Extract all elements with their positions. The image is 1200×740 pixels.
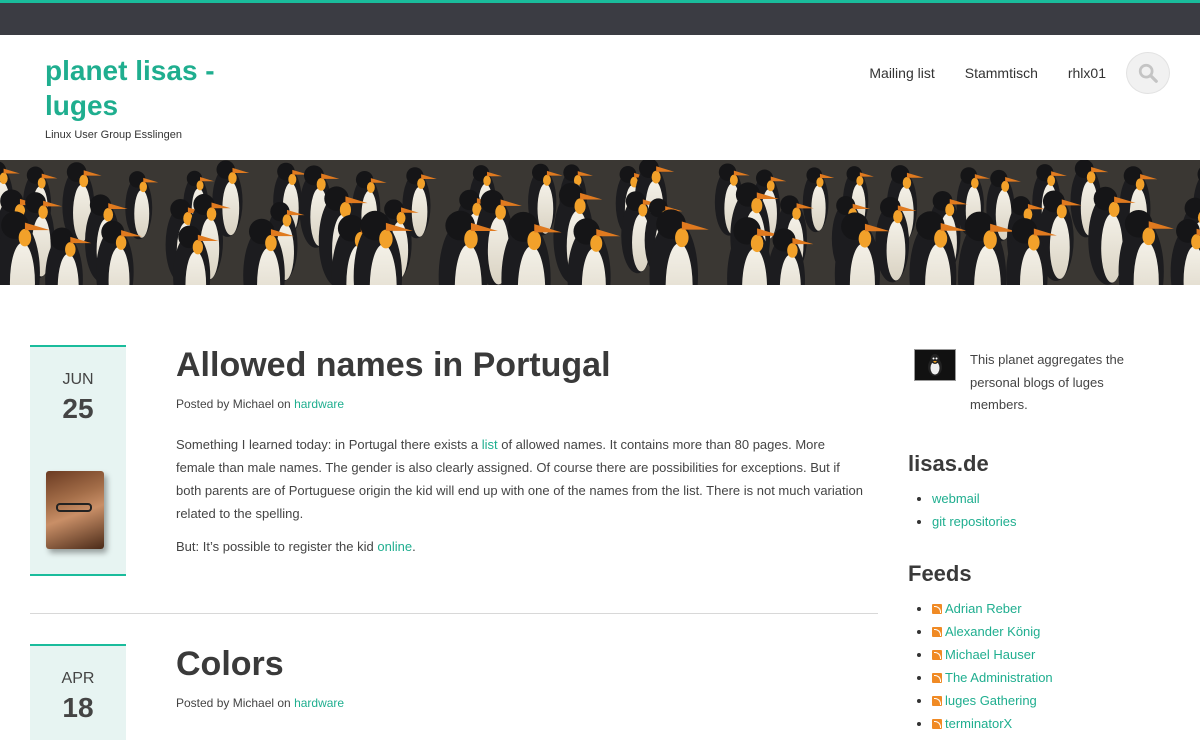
- feed-item: Adrian Reber: [932, 597, 1053, 620]
- post-date-month: APR: [61, 670, 95, 687]
- tux-icon: [928, 354, 942, 376]
- post-date-day: 25: [62, 393, 94, 424]
- planet-description: This planet aggregates the personal blog…: [970, 352, 1124, 412]
- search-icon: [1138, 63, 1158, 83]
- post-text: .: [412, 539, 416, 554]
- feed-item: Alexander König: [932, 620, 1053, 643]
- author-avatar[interactable]: [46, 471, 104, 549]
- feed-link[interactable]: Adrian Reber: [945, 601, 1022, 616]
- post-text: Something I learned today: in Portugal t…: [176, 437, 479, 452]
- post-date-day: 18: [62, 692, 94, 723]
- post-paragraph: But: It’s possible to register the kid o…: [176, 535, 866, 558]
- post-body: Something I learned today: in Portugal t…: [176, 433, 866, 558]
- post-article: Colors Posted by Michael on hardware: [176, 644, 866, 710]
- post-title[interactable]: Allowed names in Portugal: [176, 345, 866, 385]
- post-category-link[interactable]: hardware: [294, 397, 344, 411]
- avatar-glasses: [56, 503, 92, 512]
- post-category-link[interactable]: hardware: [294, 696, 344, 710]
- feed-link[interactable]: luges Gathering: [945, 693, 1037, 708]
- nav-item-stammtisch[interactable]: Stammtisch: [965, 65, 1038, 81]
- rss-icon[interactable]: [932, 604, 942, 614]
- feed-link[interactable]: Alexander König: [945, 624, 1040, 639]
- rss-icon[interactable]: [932, 719, 942, 729]
- post-date-box: JUN 25: [30, 345, 126, 576]
- post-text: But: It’s possible to register the kid: [176, 539, 374, 554]
- tux-logo-icon: [914, 349, 956, 381]
- post-meta-prefix: Posted by Michael on: [176, 397, 291, 411]
- post-article: Allowed names in Portugal Posted by Mich…: [176, 345, 866, 568]
- rss-icon[interactable]: [932, 650, 942, 660]
- site-header: planet lisas - luges Linux User Group Es…: [0, 35, 1200, 160]
- post-meta: Posted by Michael on hardware: [176, 696, 866, 710]
- list-link[interactable]: list: [482, 437, 498, 452]
- lisas-link-list: webmail git repositories: [932, 487, 1017, 533]
- git-repositories-link[interactable]: git repositories: [932, 514, 1017, 529]
- post-date-box: APR 18: [30, 644, 126, 740]
- top-bar: [0, 0, 1200, 35]
- feeds-list: Adrian Reber Alexander König Michael Hau…: [932, 597, 1053, 735]
- nav-item-rhlx01[interactable]: rhlx01: [1068, 65, 1106, 81]
- site-title[interactable]: planet lisas - luges: [45, 53, 275, 123]
- nav-item-mailing-list[interactable]: Mailing list: [869, 65, 934, 81]
- list-item: webmail: [932, 487, 1017, 510]
- list-item: git repositories: [932, 510, 1017, 533]
- post-date-month: JUN: [62, 371, 94, 388]
- penguin-colony-image: [0, 160, 1200, 285]
- post-paragraph: Something I learned today: in Portugal t…: [176, 433, 866, 525]
- post-divider: [30, 613, 878, 614]
- main-content: JUN 25 Allowed names in Portugal Posted …: [0, 285, 1200, 740]
- post-meta: Posted by Michael on hardware: [176, 397, 866, 411]
- feed-item: Michael Hauser: [932, 643, 1053, 666]
- feed-link[interactable]: terminatorX: [945, 716, 1012, 731]
- feed-item: luges Gathering: [932, 689, 1053, 712]
- rss-icon[interactable]: [932, 673, 942, 683]
- rss-icon[interactable]: [932, 627, 942, 637]
- post-title[interactable]: Colors: [176, 644, 866, 684]
- feed-item: The Administration: [932, 666, 1053, 689]
- widget-title-feeds: Feeds: [908, 561, 972, 586]
- search-button[interactable]: [1126, 52, 1170, 94]
- feed-link[interactable]: Michael Hauser: [945, 647, 1035, 662]
- widget-title-lisas: lisas.de: [908, 451, 989, 476]
- post-meta-prefix: Posted by Michael on: [176, 696, 291, 710]
- webmail-link[interactable]: webmail: [932, 491, 980, 506]
- site-description: Linux User Group Esslingen: [45, 129, 182, 141]
- main-nav: Mailing list Stammtisch rhlx01: [869, 52, 1170, 94]
- header-banner-image: [0, 160, 1200, 285]
- online-link[interactable]: online: [377, 539, 412, 554]
- feed-item: terminatorX: [932, 712, 1053, 735]
- rss-icon[interactable]: [932, 696, 942, 706]
- feed-link[interactable]: The Administration: [945, 670, 1053, 685]
